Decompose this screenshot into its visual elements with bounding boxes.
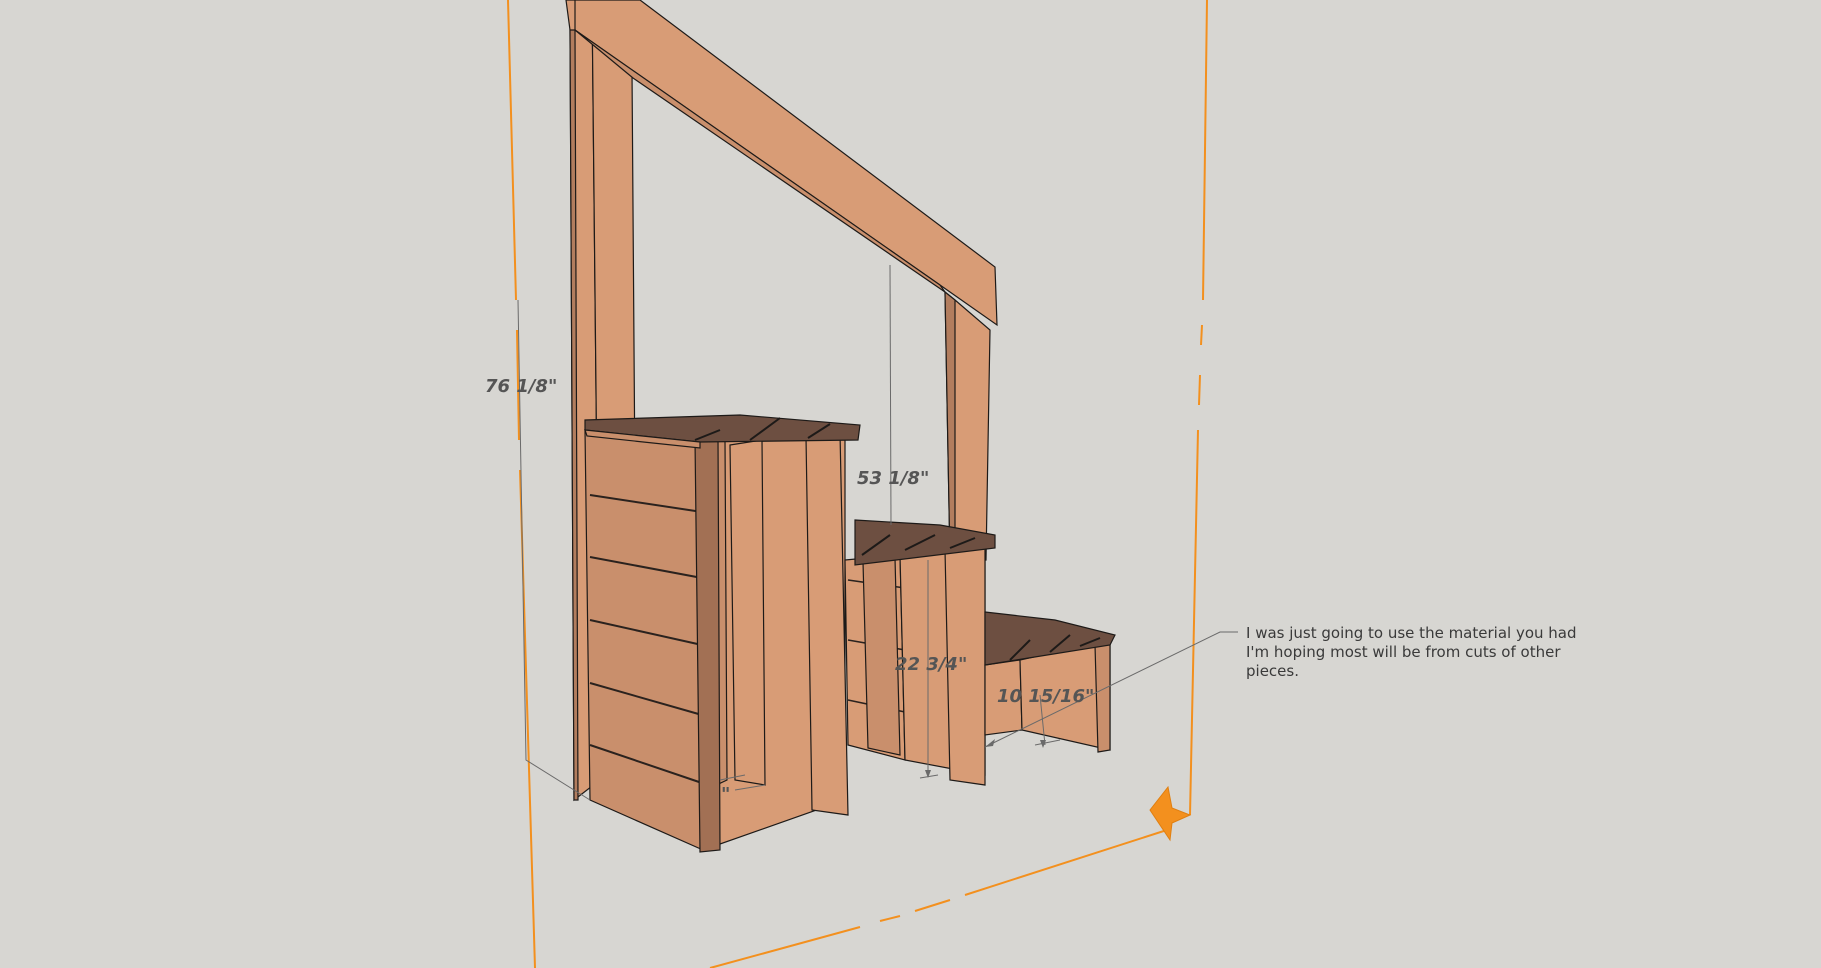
dim-label-hidden-small[interactable]: " [721, 784, 730, 805]
dim-label-mid-step-height[interactable]: 22 3/4" [895, 654, 967, 675]
low-box-front-leg [1094, 639, 1111, 753]
tall-box-corner-post [694, 436, 721, 853]
dim-label-rail-height[interactable]: 53 1/8" [857, 468, 929, 489]
diagonal-rail [574, 0, 998, 327]
tall-box-front-leg-1 [729, 439, 766, 786]
note-line-3: pieces. [1246, 662, 1299, 680]
low-step-box[interactable] [984, 611, 1116, 753]
note-line-1: I was just going to use the material you… [1246, 624, 1577, 642]
note-annotation[interactable]: I was just going to use the material you… [1246, 624, 1577, 680]
section-plane-bottom-edge [709, 828, 1171, 968]
middle-step-box[interactable] [844, 519, 996, 786]
right-post-edge [944, 290, 956, 561]
dim-label-low-step-height[interactable]: 10 15/16" [997, 686, 1094, 707]
model-scene[interactable]: 76 1/8" 53 1/8" 22 3/4" 10 15/16" " I wa… [0, 0, 1821, 968]
section-plane-arrow-icon[interactable] [1149, 785, 1192, 842]
dim-label-total-height[interactable]: 76 1/8" [485, 376, 557, 397]
section-plane-right-edge [1189, 0, 1208, 816]
tall-box-left-face [584, 429, 704, 851]
modeling-viewport[interactable]: 76 1/8" 53 1/8" 22 3/4" 10 15/16" " I wa… [0, 0, 1821, 968]
tall-box-front-leg-2 [805, 432, 849, 816]
note-line-2: I'm hoping most will be from cuts of oth… [1246, 643, 1561, 661]
